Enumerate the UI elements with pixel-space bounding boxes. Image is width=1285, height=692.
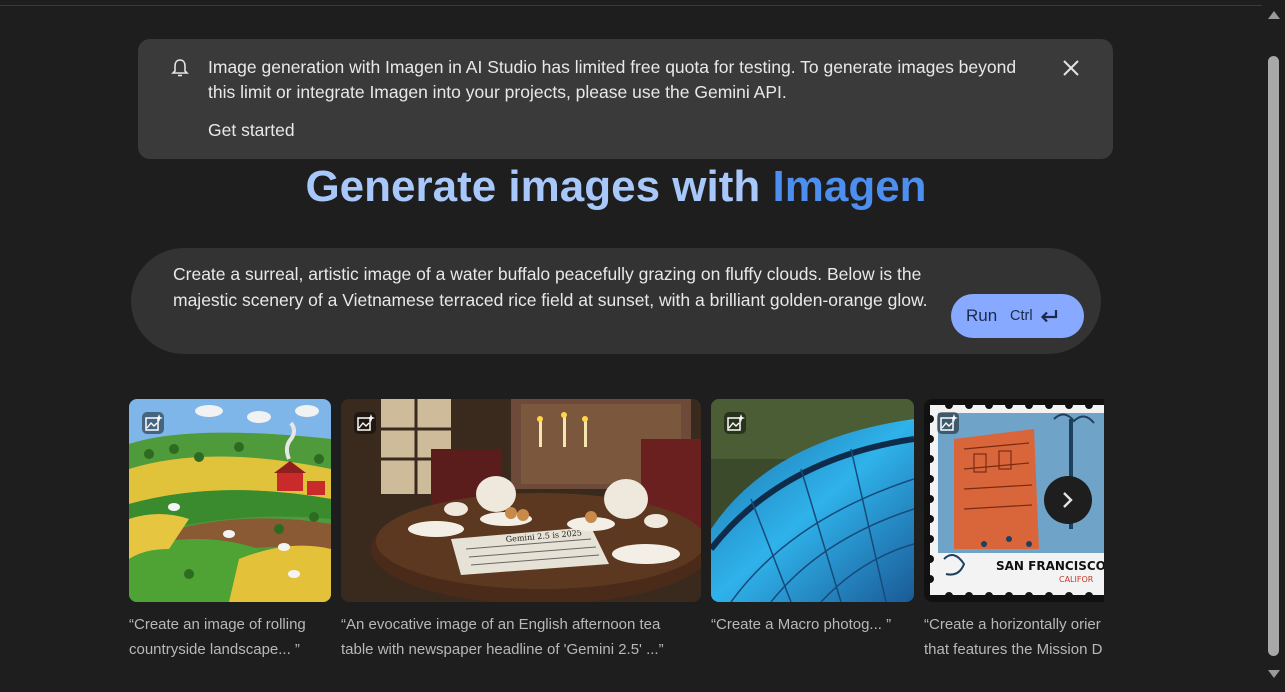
run-shortcut-label: Ctrl xyxy=(1010,308,1033,324)
example-card-afternoon-tea[interactable]: Gemini 2.5 is 2025 xyxy=(341,399,701,602)
run-button[interactable]: Run Ctrl xyxy=(951,294,1084,338)
image-sparkle-icon xyxy=(354,412,376,434)
caption-line: “Create an image of rolling xyxy=(129,616,306,633)
scroll-down-arrow[interactable] xyxy=(1268,670,1280,678)
quota-banner: Image generation with Imagen in AI Studi… xyxy=(138,39,1113,159)
prompt-box[interactable]: Create a surreal, artistic image of a wa… xyxy=(131,248,1101,354)
enter-key-icon xyxy=(1040,310,1058,323)
title-part-2: Imagen xyxy=(772,162,927,211)
scroll-thumb[interactable] xyxy=(1268,56,1279,656)
top-divider xyxy=(0,5,1262,6)
example-caption-afternoon-tea: “An evocative image of an English aftern… xyxy=(341,612,701,662)
example-card-macro-photo[interactable] xyxy=(711,399,914,602)
afternoon-tea-image: Gemini 2.5 is 2025 xyxy=(341,399,701,602)
caption-line: countryside landscape... ” xyxy=(129,641,300,658)
example-caption-macro-photo: “Create a Macro photog... ” xyxy=(711,612,914,637)
example-caption-countryside: “Create an image of rolling countryside … xyxy=(129,612,331,662)
example-card-countryside[interactable] xyxy=(129,399,331,602)
stamp-title: SAN FRANCISCO xyxy=(996,559,1104,573)
title-part-1: Generate images with xyxy=(305,162,773,211)
scroll-up-arrow[interactable] xyxy=(1268,11,1280,19)
banner-message: Image generation with Imagen in AI Studi… xyxy=(208,57,1017,102)
prompt-input[interactable]: Create a surreal, artistic image of a wa… xyxy=(173,262,953,313)
caption-line: that features the Mission D xyxy=(924,641,1103,658)
bell-icon xyxy=(171,59,189,77)
example-caption-stamp: “Create a horizontally orier that featur… xyxy=(924,612,1104,662)
get-started-link[interactable]: Get started xyxy=(208,120,295,141)
page-title: Generate images with Imagen xyxy=(0,161,1232,213)
image-sparkle-icon xyxy=(142,412,164,434)
page-scrollbar[interactable] xyxy=(1263,0,1285,692)
close-icon[interactable] xyxy=(1060,57,1082,79)
caption-line: table with newspaper headline of 'Gemini… xyxy=(341,641,664,658)
run-button-label: Run xyxy=(966,306,998,325)
image-sparkle-icon xyxy=(724,412,746,434)
caption-line: “Create a Macro photog... ” xyxy=(711,616,892,633)
caption-line: “Create a horizontally orier xyxy=(924,616,1101,633)
stamp-subtitle: CALIFOR xyxy=(1059,575,1094,584)
caption-line: “An evocative image of an English aftern… xyxy=(341,616,661,633)
chevron-right-icon xyxy=(1063,492,1073,508)
image-sparkle-icon xyxy=(937,412,959,434)
carousel-next-button[interactable] xyxy=(1044,476,1092,524)
